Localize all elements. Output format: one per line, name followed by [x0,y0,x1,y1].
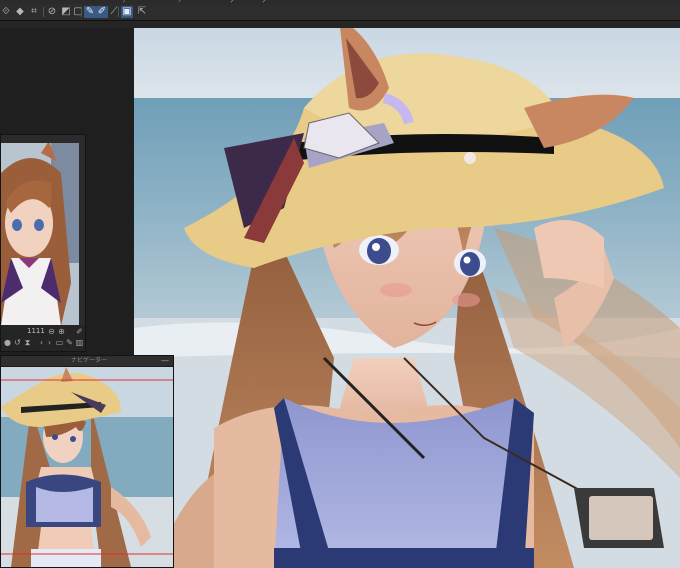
layer-icon[interactable]: ▣ [121,6,133,18]
frame-icon[interactable]: ▢ [72,6,84,18]
main-canvas[interactable] [134,28,680,568]
next-icon[interactable]: › [45,338,54,347]
eyedropper-icon[interactable]: ✐ [75,327,84,336]
export-icon[interactable]: ⇱ [136,6,148,18]
play-icon[interactable]: ● [3,338,12,347]
edit-icon[interactable]: ✎ [65,338,74,347]
zoom-out-icon[interactable]: ⊖ [47,327,56,336]
navigator-preview[interactable] [1,367,173,567]
navigator-title: ナビゲーター [71,357,108,364]
canvas-illustration [134,28,680,568]
sub-view-thumbnail[interactable] [1,143,79,326]
sub-view-panel: 1111 ● ↺ ⧗ ‹ › ▭ ✎ ▥ ✐ ⊖ ⊕ [0,134,86,352]
zoom-in-icon[interactable]: ⊕ [57,327,66,336]
hourglass-icon[interactable]: ⧗ [23,338,32,347]
folder-icon[interactable]: ▭ [55,338,64,347]
toolbar-separator [81,7,82,17]
navigator-panel: ナビゲーター — [0,355,174,568]
rotate-icon[interactable]: ↺ [13,338,22,347]
brush-icon[interactable]: ✐ [96,6,108,18]
minimize-icon[interactable]: — [161,356,169,366]
zoom-value: 1111 [27,327,45,335]
sub-view-controls: 1111 ● ↺ ⧗ ‹ › ▭ ✎ ▥ ✐ ⊖ ⊕ [1,325,85,351]
pen-icon[interactable]: ✎ [84,6,96,18]
fill-icon[interactable]: ◆ [14,6,26,18]
tool-property-bar [0,21,680,28]
command-toolbar: ⟐ ◆ ⌗ ⊘ ◩ ▢ ✎ ✐ ⟋ ▣ ⇱ [0,4,680,21]
clear-icon[interactable]: ⊘ [46,6,58,18]
navigator-image [1,367,173,567]
toolbar-separator [43,7,44,17]
toolbar-separator [118,7,119,17]
crop-icon[interactable]: ⌗ [28,6,40,18]
gradient-icon[interactable]: ◩ [60,6,72,18]
navigator-title-bar[interactable]: ナビゲーター — [1,356,173,367]
delete-icon[interactable]: ▥ [75,338,84,347]
sub-view-image [1,143,79,326]
transform-icon[interactable]: ⟐ [0,6,12,18]
